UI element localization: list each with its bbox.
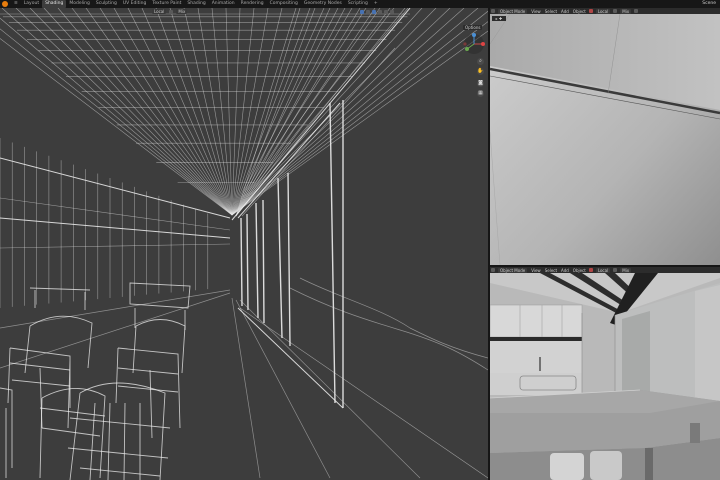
material-shading-icon[interactable] <box>384 9 389 14</box>
pivot-dropdown[interactable]: Local <box>152 9 167 14</box>
tab-rendering[interactable]: Rendering <box>238 0 267 8</box>
wireframe-shading-icon[interactable] <box>372 9 377 14</box>
rendered-shading-icon[interactable] <box>390 9 395 14</box>
workspace-bar: ≡ Layout Shading Modeling Sculpting UV E… <box>0 0 720 8</box>
navigation-gizmo-icon[interactable] <box>463 33 485 55</box>
menu-view[interactable]: View <box>531 268 541 273</box>
mode-dropdown[interactable]: Object Mode <box>498 8 528 14</box>
tab-layout[interactable]: Layout <box>21 0 42 8</box>
tab-geometry-nodes[interactable]: Geometry Nodes <box>301 0 345 8</box>
tab-modeling[interactable]: Modeling <box>66 0 92 8</box>
menu-add[interactable]: Add <box>561 268 569 273</box>
snap-icon[interactable] <box>169 9 174 14</box>
tab-scripting[interactable]: Scripting <box>345 0 371 8</box>
hand-icon[interactable]: ✋ <box>477 68 484 75</box>
main-viewport-wireframe[interactable]: Options ⌕ ✋ ◙ ▦ <box>0 8 488 480</box>
tab-shading-active[interactable]: Shading <box>42 0 67 8</box>
add-workspace-button[interactable]: + <box>371 0 381 8</box>
snap-dropdown[interactable]: Mix <box>176 9 188 14</box>
camera-icon[interactable]: ◙ <box>477 80 484 87</box>
blender-logo-icon[interactable] <box>2 1 8 7</box>
transform-icon[interactable] <box>588 268 593 272</box>
proportional-icon[interactable] <box>634 9 639 13</box>
bottom-right-viewport-solid[interactable] <box>490 273 720 480</box>
menu-object[interactable]: Object <box>573 9 586 14</box>
grid-icon[interactable]: ▦ <box>477 90 484 97</box>
main-viewport-header: Local Mix <box>0 8 488 15</box>
menu-select[interactable]: Select <box>545 268 557 273</box>
room-solid-scene <box>490 273 720 480</box>
snap-icon[interactable] <box>613 268 618 272</box>
snap-icon[interactable] <box>613 9 618 13</box>
solid-shading-icon[interactable] <box>378 9 383 14</box>
pivot-dropdown[interactable]: Local <box>595 8 611 14</box>
editor-type-icon[interactable] <box>491 268 495 272</box>
wall-closeup-scene <box>490 14 720 265</box>
transform-icon[interactable] <box>588 9 593 13</box>
tab-uv-editing[interactable]: UV Editing <box>120 0 149 8</box>
menu-select[interactable]: Select <box>545 9 557 14</box>
editor-type-icon[interactable] <box>491 9 495 13</box>
options-dropdown[interactable]: Options <box>463 25 483 30</box>
menu-view[interactable]: View <box>531 9 541 14</box>
zoom-icon[interactable]: ⌕ <box>477 58 484 65</box>
top-right-viewport-solid[interactable]: ▸ ✚ <box>490 14 720 265</box>
menu-object[interactable]: Object <box>573 268 586 273</box>
toolbar-toggle[interactable]: ▸ ✚ <box>492 16 506 21</box>
menu-add[interactable]: Add <box>561 9 569 14</box>
pivot-dropdown[interactable]: Local <box>595 267 611 273</box>
tab-sculpting[interactable]: Sculpting <box>93 0 120 8</box>
tab-texture-paint[interactable]: Texture Paint <box>149 0 184 8</box>
mode-dropdown[interactable]: Object Mode <box>498 267 528 273</box>
snap-dropdown[interactable]: Mix <box>620 267 632 273</box>
tab-compositing[interactable]: Compositing <box>267 0 301 8</box>
tab-shading[interactable]: Shading <box>184 0 208 8</box>
menu-file[interactable]: ≡ <box>11 0 21 8</box>
overlay-icon[interactable] <box>360 9 365 14</box>
snap-dropdown[interactable]: Mix <box>620 8 632 14</box>
xray-icon[interactable] <box>366 9 371 14</box>
wireframe-scene <box>0 8 488 480</box>
tab-animation[interactable]: Animation <box>209 0 238 8</box>
scene-selector[interactable]: Scene <box>702 0 716 8</box>
